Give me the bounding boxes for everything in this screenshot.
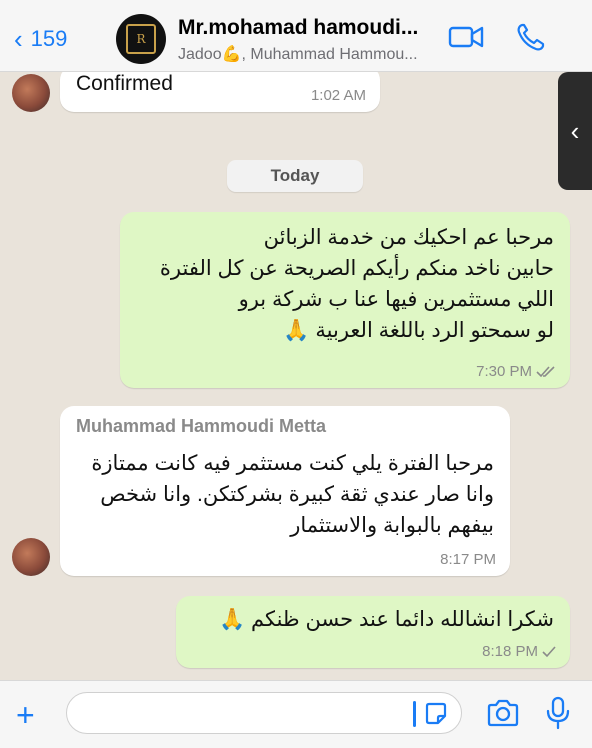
message-list[interactable]: ‹ Confirmed 1:02 AM Today مرحبا عم احكيك…	[0, 72, 592, 680]
chevron-left-icon: ‹	[570, 115, 580, 146]
video-camera-icon[interactable]	[448, 22, 484, 52]
sender-avatar[interactable]	[12, 538, 50, 576]
message-bubble-incoming[interactable]: Confirmed 1:02 AM	[60, 72, 380, 112]
message-meta: 8:18 PM	[482, 643, 556, 660]
message-time: 8:18 PM	[482, 643, 538, 660]
plus-icon[interactable]: +	[16, 699, 35, 731]
message-input[interactable]	[66, 692, 462, 734]
unread-count: 159	[30, 26, 68, 51]
side-panel-handle[interactable]: ‹	[558, 72, 592, 190]
back-button[interactable]: ‹ 159	[14, 22, 67, 56]
camera-icon[interactable]	[486, 698, 520, 728]
composer-bar: +	[0, 680, 592, 748]
group-avatar[interactable]: R	[116, 14, 166, 64]
message-text: مرحبا الفترة يلي كنت مستثمر فيه كانت ممت…	[74, 448, 494, 541]
message-text: مرحبا عم احكيك من خدمة الزبائن حابين ناخ…	[134, 222, 554, 346]
avatar-logo: R	[126, 24, 156, 54]
sender-avatar[interactable]	[12, 74, 50, 112]
microphone-icon[interactable]	[544, 696, 572, 730]
message-bubble-outgoing[interactable]: مرحبا عم احكيك من خدمة الزبائن حابين ناخ…	[120, 212, 570, 388]
sender-name[interactable]: Muhammad Hammoudi Metta	[76, 416, 326, 437]
message-line: حابين ناخد منكم رأيكم الصريحة عن كل الفت…	[159, 257, 554, 280]
message-time: 7:30 PM	[476, 363, 532, 380]
message-line: لو سمحتو الرد باللغة العربية 🙏	[283, 319, 554, 342]
message-text: شكرا انشالله دائما عند حسن ظنكم 🙏	[184, 604, 554, 635]
single-check-icon	[542, 645, 556, 657]
message-line: اللي مستثمرين فيها عنا ب شركة برو	[238, 288, 554, 311]
chevron-left-icon: ‹	[14, 24, 23, 54]
double-check-icon	[536, 365, 555, 377]
message-bubble-incoming[interactable]: Muhammad Hammoudi Metta مرحبا الفترة يلي…	[60, 406, 510, 576]
chat-subtitle[interactable]: Jadoo💪, Muhammad Hammou...	[178, 44, 440, 64]
message-time: 1:02 AM	[310, 87, 366, 104]
message-line: بيفهم بالبوابة والاستثمار	[290, 514, 494, 537]
chat-title[interactable]: Mr.mohamad hamoudi...	[178, 16, 440, 40]
message-line: مرحبا الفترة يلي كنت مستثمر فيه كانت ممت…	[91, 452, 494, 475]
date-divider: Today	[227, 160, 363, 192]
message-bubble-outgoing[interactable]: شكرا انشالله دائما عند حسن ظنكم 🙏 8:18 P…	[176, 596, 570, 668]
message-meta: 7:30 PM	[476, 363, 556, 380]
sticker-icon[interactable]	[423, 701, 449, 727]
message-line: شكرا انشالله دائما عند حسن ظنكم 🙏	[219, 608, 554, 631]
message-text: Confirmed	[76, 72, 173, 95]
message-line: وانا صار عندي ثقة كبيرة بشركتكن. وانا شخ…	[100, 483, 494, 506]
phone-icon[interactable]	[514, 22, 550, 52]
text-caret	[413, 701, 416, 727]
message-time: 8:17 PM	[440, 551, 496, 568]
message-line: مرحبا عم احكيك من خدمة الزبائن	[263, 226, 554, 249]
chat-header: ‹ 159 R Mr.mohamad hamoudi... Jadoo💪, Mu…	[0, 0, 592, 72]
